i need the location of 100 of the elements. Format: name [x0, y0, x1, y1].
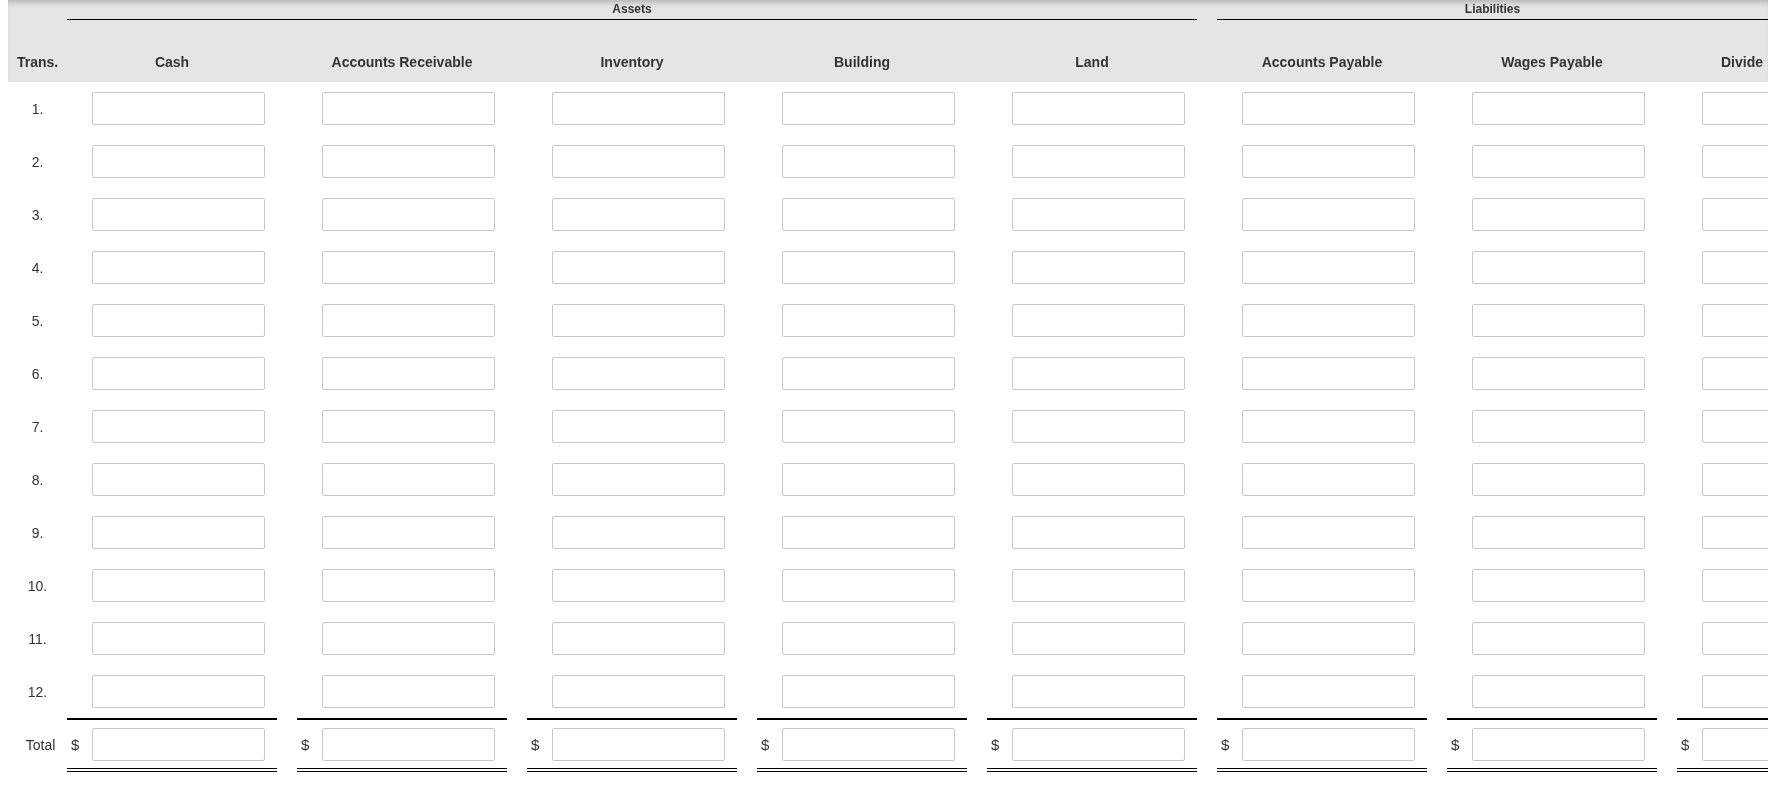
amount-field[interactable]: [92, 92, 265, 125]
total-field[interactable]: [322, 727, 495, 761]
amount-field[interactable]: [782, 622, 955, 655]
total-field[interactable]: [782, 727, 955, 761]
amount-field[interactable]: [1242, 251, 1415, 284]
amount-field[interactable]: [552, 198, 725, 231]
amount-field[interactable]: [1242, 410, 1415, 443]
amount-field[interactable]: [1242, 516, 1415, 549]
amount-field[interactable]: [1012, 410, 1185, 443]
amount-field[interactable]: [92, 357, 265, 390]
amount-field[interactable]: [322, 304, 495, 337]
amount-field[interactable]: [1242, 198, 1415, 231]
amount-field[interactable]: [1242, 463, 1415, 496]
amount-field[interactable]: [552, 92, 725, 125]
amount-field[interactable]: [322, 463, 495, 496]
amount-field[interactable]: [552, 304, 725, 337]
amount-field[interactable]: [552, 569, 725, 602]
transaction-number: 4.: [31, 259, 44, 276]
total-field[interactable]: [1242, 727, 1415, 761]
amount-field[interactable]: [782, 198, 955, 231]
amount-field[interactable]: [782, 463, 955, 496]
total-field[interactable]: [1012, 727, 1185, 761]
amount-field[interactable]: [1012, 357, 1185, 390]
amount-field[interactable]: [1242, 92, 1415, 125]
amount-field[interactable]: [1242, 357, 1415, 390]
total-field[interactable]: [92, 727, 265, 761]
amount-field[interactable]: [1472, 622, 1645, 655]
transaction-number: 2.: [31, 153, 44, 170]
amount-field[interactable]: [1472, 675, 1645, 708]
amount-field[interactable]: [552, 622, 725, 655]
amount-field[interactable]: [1012, 675, 1185, 708]
amount-field[interactable]: [322, 357, 495, 390]
amount-field[interactable]: [1472, 569, 1645, 602]
amount-field[interactable]: [322, 516, 495, 549]
amount-field[interactable]: [1012, 622, 1185, 655]
amount-field[interactable]: [92, 304, 265, 337]
amount-field[interactable]: [1012, 569, 1185, 602]
amount-field[interactable]: [552, 675, 725, 708]
column-header: Divide: [1721, 54, 1763, 70]
amount-field[interactable]: [782, 569, 955, 602]
amount-field[interactable]: [782, 92, 955, 125]
amount-field[interactable]: [322, 569, 495, 602]
amount-field[interactable]: [782, 251, 955, 284]
amount-field[interactable]: [1012, 92, 1185, 125]
amount-field[interactable]: [552, 251, 725, 284]
amount-field[interactable]: [1012, 304, 1185, 337]
amount-field[interactable]: [782, 516, 955, 549]
amount-field[interactable]: [1472, 463, 1645, 496]
transaction-number: 3.: [31, 206, 44, 223]
amount-field[interactable]: [322, 92, 495, 125]
amount-field[interactable]: [782, 410, 955, 443]
amount-field[interactable]: [322, 675, 495, 708]
amount-field[interactable]: [92, 516, 265, 549]
amount-field[interactable]: [782, 357, 955, 390]
amount-field[interactable]: [322, 622, 495, 655]
amount-field[interactable]: [1472, 145, 1645, 178]
amount-field[interactable]: [1242, 304, 1415, 337]
amount-field[interactable]: [322, 251, 495, 284]
amount-field[interactable]: [322, 145, 495, 178]
amount-field[interactable]: [322, 410, 495, 443]
group-header: Liabilities: [1464, 3, 1521, 18]
amount-field[interactable]: [92, 675, 265, 708]
amount-field[interactable]: [1472, 198, 1645, 231]
amount-field[interactable]: [1472, 516, 1645, 549]
amount-field[interactable]: [552, 516, 725, 549]
amount-field[interactable]: [1012, 463, 1185, 496]
amount-field[interactable]: [1242, 145, 1415, 178]
amount-field[interactable]: [92, 410, 265, 443]
column-header: Inventory: [600, 54, 664, 70]
amount-field[interactable]: [92, 198, 265, 231]
amount-field[interactable]: [552, 410, 725, 443]
amount-field[interactable]: [552, 463, 725, 496]
amount-field[interactable]: [92, 569, 265, 602]
amount-field[interactable]: [92, 145, 265, 178]
amount-field[interactable]: [1012, 251, 1185, 284]
amount-field[interactable]: [1242, 569, 1415, 602]
amount-field[interactable]: [782, 675, 955, 708]
amount-field[interactable]: [1472, 304, 1645, 337]
amount-field[interactable]: [1012, 516, 1185, 549]
total-field[interactable]: [552, 727, 725, 761]
amount-field[interactable]: [782, 304, 955, 337]
amount-field[interactable]: [1012, 145, 1185, 178]
amount-field[interactable]: [552, 357, 725, 390]
amount-field[interactable]: [1012, 198, 1185, 231]
amount-field[interactable]: [1472, 92, 1645, 125]
amount-field[interactable]: [1242, 675, 1415, 708]
amount-field[interactable]: [1472, 251, 1645, 284]
amount-field[interactable]: [1472, 410, 1645, 443]
total-field[interactable]: [1472, 727, 1645, 761]
transaction-number: 7.: [31, 418, 44, 435]
amount-field[interactable]: [92, 463, 265, 496]
column-header: Cash: [154, 54, 190, 70]
amount-field[interactable]: [552, 145, 725, 178]
currency-sign: $: [1220, 735, 1231, 753]
amount-field[interactable]: [782, 145, 955, 178]
amount-field[interactable]: [1472, 357, 1645, 390]
amount-field[interactable]: [92, 622, 265, 655]
amount-field[interactable]: [92, 251, 265, 284]
amount-field[interactable]: [322, 198, 495, 231]
amount-field[interactable]: [1242, 622, 1415, 655]
